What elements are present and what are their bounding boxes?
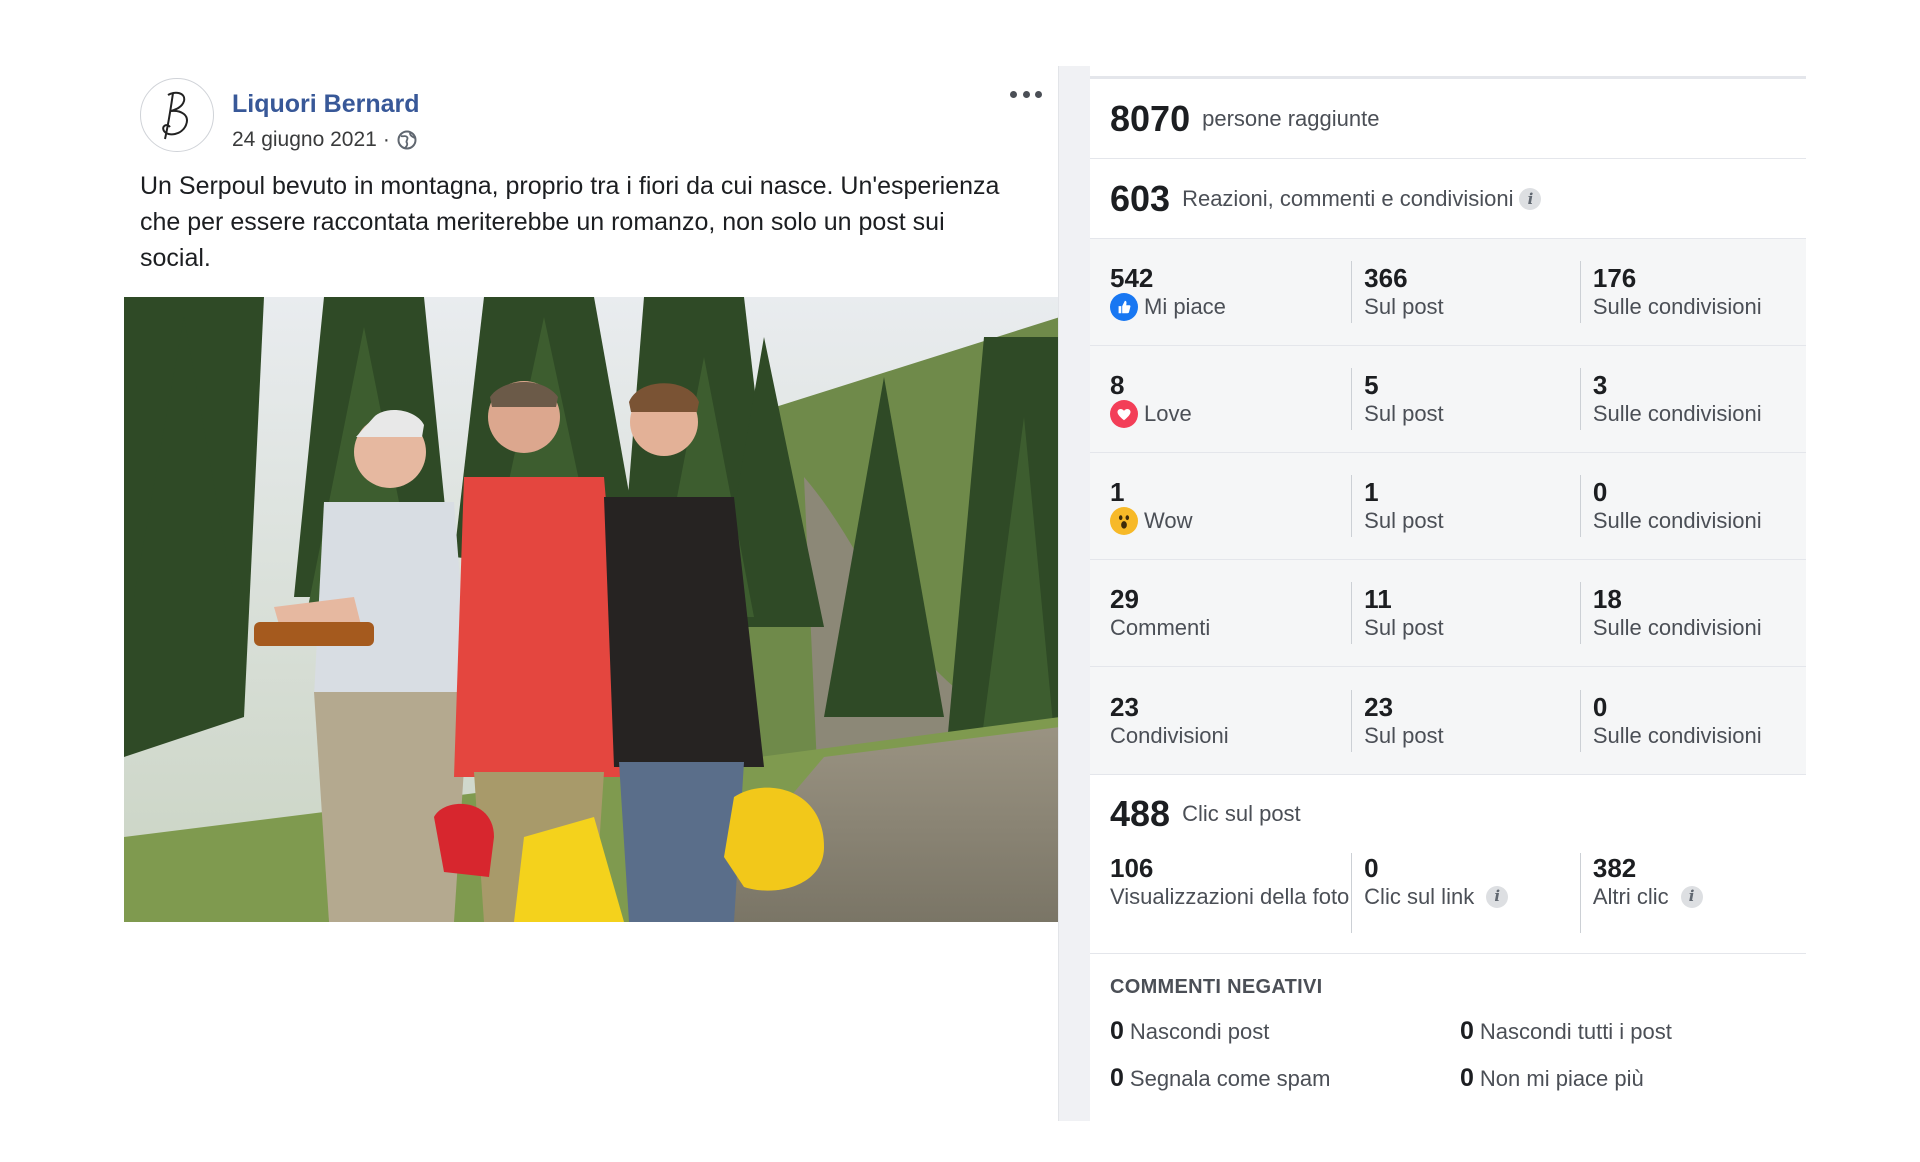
- page-name-link[interactable]: Liquori Bernard: [232, 90, 420, 119]
- photo-views-label: Visualizzazioni della foto: [1110, 884, 1350, 909]
- comments-on-shares: 18: [1592, 584, 1622, 614]
- hide-all-posts-stat: 0 Nascondi tutti i post: [1460, 1017, 1672, 1045]
- clicks-row: 488 Clic sul post: [1110, 775, 1786, 853]
- panel-divider: [1058, 66, 1090, 1121]
- likes-label: Mi piace: [1144, 294, 1226, 319]
- love-on-shares: 3: [1592, 370, 1608, 400]
- reaction-row-wow: 1 Wow 1 Sul post 0 Sulle condivisioni: [1090, 453, 1806, 560]
- photo-views-value: 106: [1110, 853, 1154, 883]
- bernard-logo-icon: [162, 91, 188, 140]
- report-spam-stat: 0 Segnala come spam: [1110, 1064, 1331, 1092]
- meta-separator: ·: [382, 128, 390, 151]
- love-total: 8: [1110, 370, 1125, 400]
- shares-label: Condivisioni: [1110, 722, 1229, 748]
- comments-on-post: 11: [1364, 584, 1392, 614]
- clicks-label: Clic sul post: [1182, 801, 1301, 826]
- clicks-value: 488: [1110, 793, 1171, 834]
- mountain-photo-illustration: [124, 297, 1060, 922]
- likes-total: 542: [1110, 263, 1154, 293]
- reach-label: persone raggiunte: [1202, 105, 1380, 131]
- other-clicks-value: 382: [1592, 853, 1637, 883]
- reaction-row-likes: 542 Mi piace 366 Sul post 176 Sulle cond…: [1090, 239, 1806, 346]
- love-label: Love: [1144, 401, 1192, 426]
- post-text: Un Serpoul bevuto in montagna, proprio t…: [140, 172, 1000, 272]
- on-post-label: Sul post: [1364, 294, 1444, 319]
- on-shares-label: Sulle condivisioni: [1592, 401, 1762, 426]
- post-date[interactable]: 24 giugno 2021: [232, 128, 377, 152]
- hide-post-stat: 0 Nascondi post: [1110, 1017, 1270, 1045]
- negative-feedback-section: COMMENTI NEGATIVI 0 Nascondi post 0 Nascon…: [1090, 954, 1806, 1093]
- link-clicks-info-icon[interactable]: i: [1486, 885, 1509, 908]
- other-clicks-label: Altri clic: [1592, 884, 1669, 909]
- love-on-post: 5: [1364, 370, 1379, 400]
- on-post-label: Sul post: [1364, 722, 1444, 748]
- engagement-row: 603 Reazioni, commenti e condivisioni i: [1090, 159, 1806, 239]
- reaction-row-comments: 29 Commenti 11 Sul post 18 Sulle condivi…: [1090, 560, 1806, 667]
- globe-icon[interactable]: [396, 129, 418, 151]
- on-post-label: Sul post: [1364, 508, 1444, 533]
- reach-value: 8070: [1110, 97, 1191, 139]
- engagement-label: Reazioni, commenti e condivisioni: [1182, 185, 1514, 211]
- on-post-label: Sul post: [1364, 615, 1444, 640]
- link-clicks-value: 0: [1364, 853, 1379, 883]
- on-shares-label: Sulle condivisioni: [1592, 294, 1762, 319]
- on-shares-label: Sulle condivisioni: [1592, 615, 1762, 640]
- likes-on-post: 366: [1364, 263, 1408, 293]
- page-avatar[interactable]: [140, 78, 214, 152]
- reaction-row-shares: 23 Condivisioni 23 Sul post 0 Sulle cond…: [1090, 667, 1806, 774]
- shares-total: 23: [1110, 691, 1139, 722]
- clicks-breakdown: 106 Visualizzazioni della foto 0 Clic su…: [1110, 853, 1786, 953]
- shares-on-shares: 0: [1592, 691, 1608, 722]
- on-post-label: Sul post: [1364, 401, 1444, 426]
- comments-label: Commenti: [1110, 615, 1211, 640]
- post-insights-panel: 8070 persone raggiunte 603 Reazioni, com…: [1090, 76, 1806, 1121]
- facebook-post: Liquori Bernard 24 giugno 2021 · Un Serp…: [124, 64, 1060, 994]
- like-icon: [1110, 293, 1138, 321]
- wow-total: 1: [1110, 477, 1125, 507]
- post-header: Liquori Bernard 24 giugno 2021 ·: [140, 76, 1050, 152]
- other-clicks-info-icon[interactable]: i: [1680, 885, 1703, 908]
- on-shares-label: Sulle condivisioni: [1592, 508, 1762, 533]
- wow-on-post: 1: [1364, 477, 1379, 507]
- unlike-page-stat: 0 Non mi piace più: [1460, 1064, 1644, 1092]
- reach-row: 8070 persone raggiunte: [1090, 79, 1806, 159]
- wow-icon: [1110, 507, 1138, 535]
- wow-label: Wow: [1144, 508, 1193, 533]
- shares-on-post: 23: [1364, 691, 1394, 722]
- reactions-table: 542 Mi piace 366 Sul post 176 Sulle cond…: [1090, 239, 1806, 775]
- wow-on-shares: 0: [1592, 477, 1608, 507]
- on-shares-label: Sulle condivisioni: [1592, 722, 1762, 748]
- post-meta: 24 giugno 2021 ·: [232, 128, 418, 152]
- engagement-value: 603: [1110, 177, 1171, 219]
- likes-on-shares: 176: [1592, 263, 1637, 293]
- love-icon: [1110, 400, 1138, 428]
- comments-total: 29: [1110, 584, 1139, 614]
- more-options-icon[interactable]: [1008, 84, 1044, 104]
- engagement-info-icon[interactable]: i: [1519, 187, 1542, 210]
- link-clicks-label: Clic sul link: [1364, 884, 1475, 909]
- post-photo[interactable]: [124, 297, 1060, 922]
- post-clicks-section: 488 Clic sul post 106 Visualizzazioni de…: [1090, 775, 1806, 954]
- reaction-row-love: 8 Love 5 Sul post 3 Sulle condivisioni: [1090, 346, 1806, 453]
- negative-feedback-title: COMMENTI NEGATIVI: [1110, 976, 1323, 998]
